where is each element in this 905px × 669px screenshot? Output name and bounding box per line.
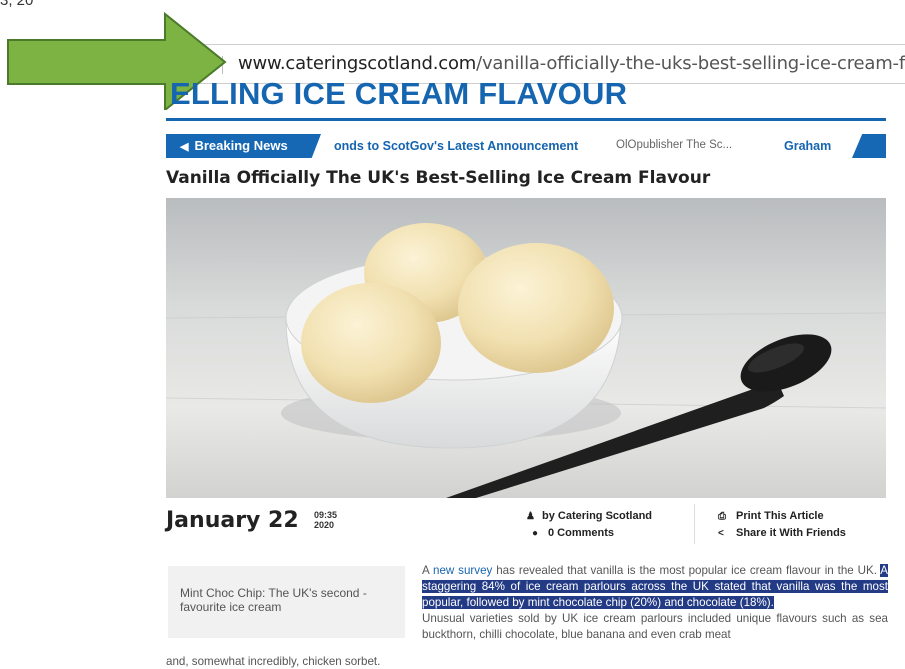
article-time: 09:35 2020 (314, 510, 337, 530)
meta-divider (694, 504, 695, 544)
corner-label: 3, 20 (0, 0, 34, 9)
url-host: www.cateringscotland.com (238, 53, 477, 74)
share-link[interactable]: Share it With Friends (736, 527, 846, 539)
site-title[interactable]: ELLING ICE CREAM FLAVOUR (170, 76, 627, 112)
ticker-item[interactable]: onds to ScotGov's Latest Announcement (334, 139, 578, 153)
ticker-endcap (852, 134, 886, 158)
breaking-news-ticker: ◀ Breaking News onds to ScotGov's Latest … (166, 134, 886, 158)
article-paragraph: A new survey has revealed that vanilla i… (422, 563, 888, 611)
year-value: 2020 (314, 520, 335, 530)
share-icon: < (718, 528, 724, 539)
breaking-news-label: Breaking News (194, 138, 288, 153)
megaphone-icon: ◀ (180, 141, 189, 153)
article-paragraph-tail: and, somewhat incredibly, chicken sorbet… (166, 655, 381, 668)
article-hero-image (166, 198, 886, 498)
article-date: January 22 (166, 508, 299, 533)
url-text[interactable]: www.cateringscotland.com/vanilla-officia… (238, 53, 905, 74)
ticker-item[interactable]: OlOpublisher The Sc... (616, 139, 732, 151)
comment-icon: ● (532, 528, 539, 539)
title-rule (166, 118, 886, 121)
ticker-item[interactable]: Graham (784, 139, 831, 153)
author-link[interactable]: by Catering Scotland (542, 510, 652, 522)
article-paragraph: Unusual varieties sold by UK ice cream p… (422, 612, 888, 641)
print-article-link[interactable]: Print This Article (736, 510, 824, 522)
printer-icon: ⎙ (718, 511, 726, 522)
article-meta-row: January 22 09:35 2020 ♟ by Catering Scotla… (166, 504, 886, 544)
comments-link[interactable]: 0 Comments (548, 527, 614, 539)
article-actions: ⎙ Print This Article < Share it With Frien… (718, 508, 846, 542)
pullquote-box: Mint Choc Chip: The UK's second -favouri… (168, 566, 405, 638)
author-meta: ♟ by Catering Scotland ● 0 Comments (526, 508, 652, 542)
time-value: 09:35 (314, 510, 338, 520)
article-body: A new survey has revealed that vanilla i… (422, 563, 888, 643)
paragraph-text: has revealed that vanilla is the most po… (492, 564, 881, 577)
paragraph-text: A (422, 564, 433, 577)
url-path: /vanilla-officially-the-uks-best-selling… (476, 53, 905, 74)
pullquote-text: Mint Choc Chip: The UK's second -favouri… (180, 586, 367, 614)
user-icon: ♟ (526, 511, 535, 522)
breaking-news-badge: ◀ Breaking News (166, 134, 321, 158)
survey-link[interactable]: new survey (433, 564, 492, 577)
article-headline: Vanilla Officially The UK's Best-Selling… (166, 168, 711, 188)
